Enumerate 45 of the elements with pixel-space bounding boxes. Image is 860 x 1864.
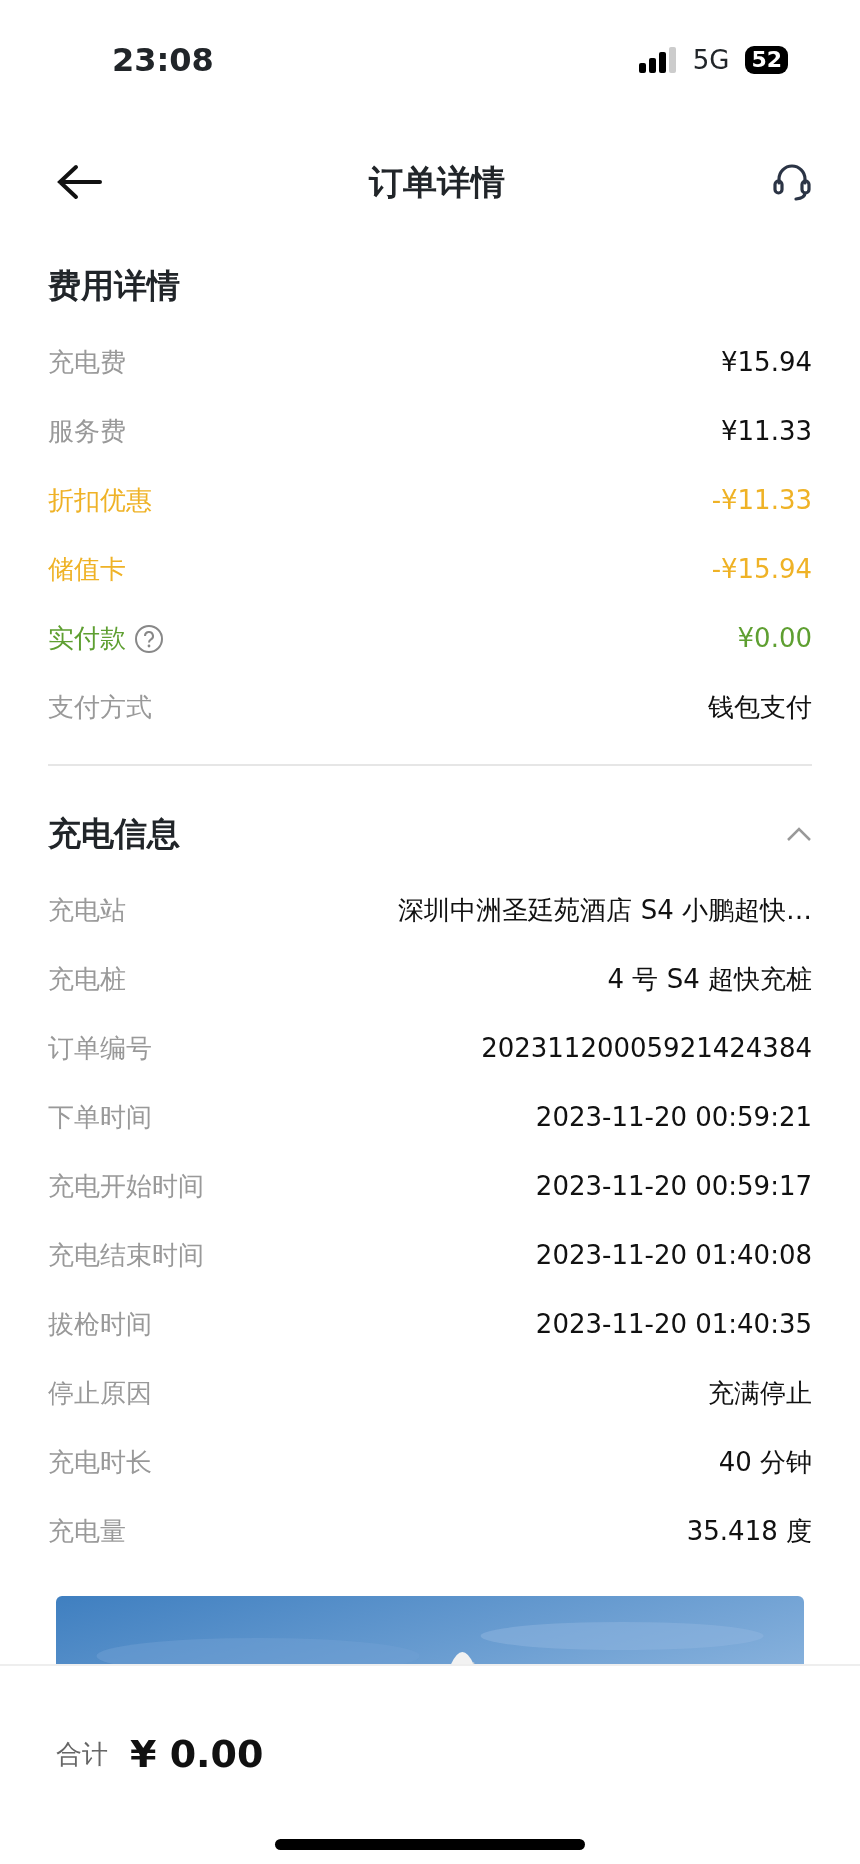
row-value: ¥15.94: [721, 346, 812, 379]
total-amount: ¥ 0.00: [130, 1731, 264, 1778]
row-value: 钱包支付: [708, 691, 812, 724]
row-value: 充满停止: [708, 1377, 812, 1410]
row-value: 2023-11-20 00:59:21: [535, 1101, 812, 1134]
row-value: 40 分钟: [718, 1446, 812, 1479]
row-label: 拔枪时间: [48, 1308, 152, 1341]
back-button[interactable]: [56, 164, 102, 200]
section-title: 费用详情: [48, 265, 181, 308]
total-label: 合计: [56, 1738, 108, 1771]
row-value: 35.418 度: [686, 1515, 812, 1548]
row-label: 实付款: [48, 622, 126, 655]
row-label: 折扣优惠: [48, 484, 152, 517]
row-value: -¥11.33: [711, 484, 812, 517]
row-label: 停止原因: [48, 1377, 152, 1410]
row-label: 充电量: [48, 1515, 126, 1548]
network-label: 5G: [692, 43, 730, 77]
row-value: 4 号 S4 超快充桩: [607, 963, 812, 996]
help-icon[interactable]: [134, 623, 164, 654]
row-value: 20231120005921424384: [481, 1032, 812, 1065]
row-value: 深圳中洲圣廷苑酒店 S4 小鹏超快…: [398, 894, 812, 927]
headset-icon[interactable]: [772, 163, 812, 201]
row-label: 服务费: [48, 415, 126, 448]
row-label: 下单时间: [48, 1101, 152, 1134]
row-label: 充电桩: [48, 963, 126, 996]
row-label: 充电结束时间: [48, 1239, 204, 1272]
battery-indicator: 52: [745, 46, 788, 74]
row-label: 充电站: [48, 894, 126, 927]
signal-icon: [638, 47, 677, 73]
row-label: 充电开始时间: [48, 1170, 204, 1203]
row-label: 订单编号: [48, 1032, 152, 1065]
chevron-icon[interactable]: [786, 826, 812, 842]
row-value: ¥11.33: [721, 415, 812, 448]
row-value: 2023-11-20 01:40:35: [535, 1308, 812, 1341]
row-label: 支付方式: [48, 691, 152, 724]
row-label: 充电费: [48, 346, 126, 379]
section-title: 充电信息: [48, 813, 180, 856]
row-value: 2023-11-20 01:40:08: [535, 1239, 812, 1272]
row-value: 2023-11-20 00:59:17: [535, 1170, 812, 1203]
row-label: 充电时长: [48, 1446, 152, 1479]
row-label: 储值卡: [48, 553, 126, 586]
row-value: -¥15.94: [711, 553, 812, 586]
row-value: ¥0.00: [737, 622, 812, 655]
page-title: 订单详情: [369, 160, 505, 204]
status-time: 23:08: [112, 40, 214, 81]
